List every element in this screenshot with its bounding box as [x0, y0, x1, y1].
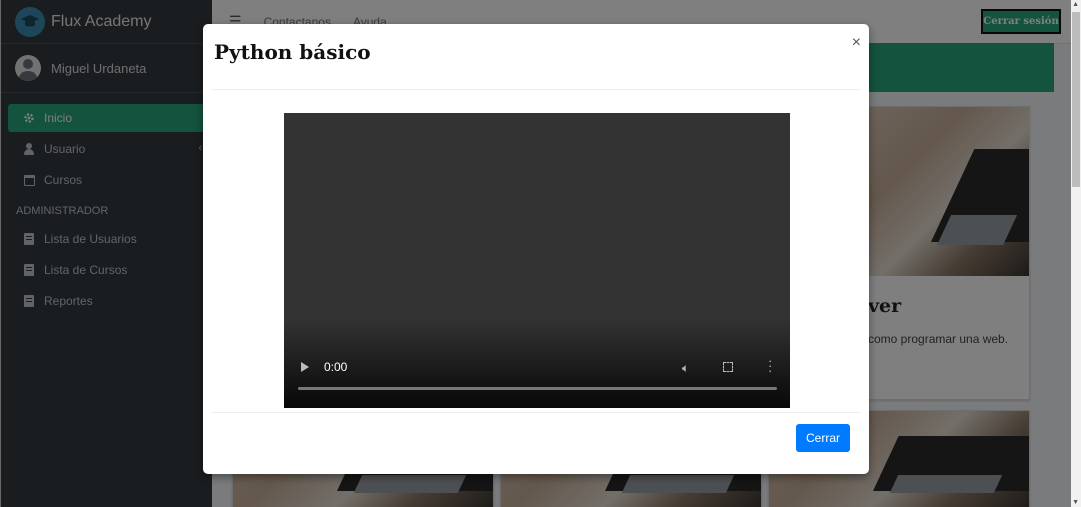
video-time: 0:00 — [324, 360, 348, 374]
scroll-down-icon[interactable]: ▼ — [1072, 499, 1079, 506]
video-modal: Python básico × 0:00 🔈︎ · · · Cerrar — [203, 24, 869, 474]
video-player[interactable]: 0:00 🔈︎ · · · — [284, 113, 790, 408]
more-options-icon[interactable]: · · · — [768, 354, 772, 377]
close-icon[interactable]: × — [852, 34, 861, 52]
page-scrollbar[interactable]: ▲ ▼ — [1071, 0, 1081, 507]
volume-icon[interactable]: 🔈︎ — [682, 361, 689, 376]
modal-footer-divider — [211, 412, 861, 413]
modal-header-divider — [211, 89, 861, 90]
close-button[interactable]: Cerrar — [796, 424, 850, 452]
scroll-up-icon[interactable]: ▲ — [1072, 1, 1079, 8]
video-progress-bar[interactable] — [298, 387, 777, 390]
scroll-thumb[interactable] — [1072, 12, 1080, 187]
play-icon[interactable] — [301, 362, 309, 372]
modal-title: Python básico — [214, 40, 371, 64]
fullscreen-icon[interactable] — [723, 362, 733, 372]
